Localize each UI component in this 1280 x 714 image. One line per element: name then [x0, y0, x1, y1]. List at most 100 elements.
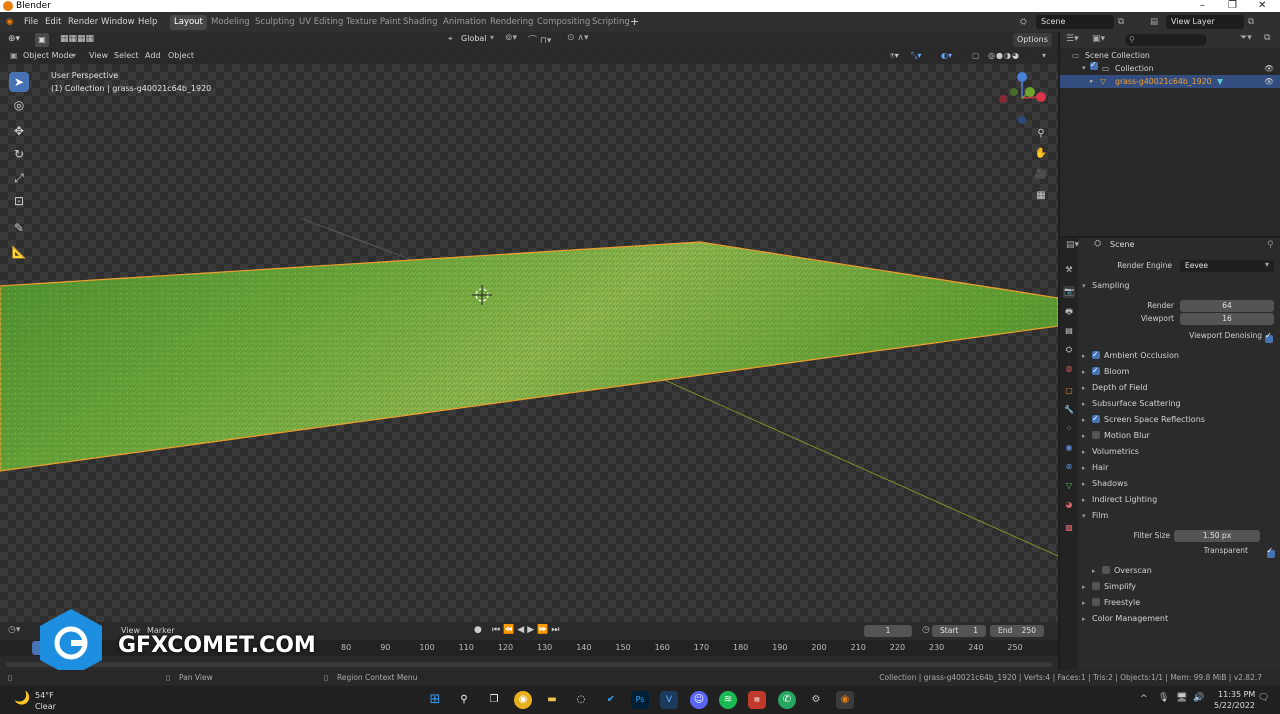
object-tab-icon[interactable]: ▢	[1063, 385, 1075, 397]
search-icon[interactable]: ⚲	[455, 691, 473, 709]
cursor-tool-icon[interactable]: ◎	[9, 95, 29, 115]
tray-chevron-icon[interactable]: ^	[1140, 694, 1148, 704]
section-screen-space-reflections[interactable]: ▸ Screen Space Reflections	[1082, 411, 1205, 427]
vegas-icon[interactable]: V	[660, 691, 678, 709]
section-motion-blur[interactable]: ▸ Motion Blur	[1082, 428, 1150, 443]
pivot-point-icon[interactable]: ⊚▾	[505, 33, 517, 43]
filter-icon[interactable]: ⏷▾	[1240, 33, 1252, 43]
section-color-management[interactable]: ▸ Color Management	[1082, 611, 1168, 626]
perspective-grid-icon[interactable]: ▦	[1033, 188, 1049, 204]
new-scene-icon[interactable]: ⧉	[1118, 15, 1124, 29]
volume-icon[interactable]: 🔊	[1193, 693, 1204, 703]
ambient-occlusion-checkbox[interactable]	[1092, 347, 1100, 362]
menu-file[interactable]: File	[24, 15, 38, 29]
section-simplify[interactable]: ▸ Simplify	[1082, 579, 1136, 594]
editor-type-icon[interactable]: ⊕▾	[8, 34, 20, 44]
section-hair[interactable]: ▸ Hair	[1082, 460, 1108, 475]
section-bloom[interactable]: ▸ Bloom	[1082, 363, 1129, 379]
file-explorer-icon[interactable]: ▬	[543, 691, 561, 709]
annotate-tool-icon[interactable]: ✎	[9, 218, 29, 238]
view-layer-selector[interactable]: View Layer	[1166, 15, 1244, 29]
record-icon[interactable]: ●	[474, 625, 482, 635]
menu-window[interactable]: Window	[101, 15, 135, 29]
clock-date[interactable]: 5/22/2022	[1214, 701, 1255, 710]
tool-tab-icon[interactable]: ⚒	[1063, 264, 1075, 276]
network-icon[interactable]: 🖥	[1176, 693, 1187, 703]
clock-time[interactable]: 11:35 PM	[1218, 690, 1255, 699]
ssr-checkbox[interactable]	[1092, 411, 1100, 426]
todo-icon[interactable]: ✔	[602, 691, 620, 709]
tab-shading[interactable]: Shading	[399, 15, 442, 30]
notification-icon[interactable]: 🗨	[1258, 693, 1269, 703]
display-mode-icon[interactable]: ▣▾	[1092, 34, 1105, 44]
eye-icon[interactable]: 👁	[1264, 75, 1274, 88]
editor-type-icon[interactable]: ☰▾	[1066, 34, 1079, 44]
section-subsurface-scattering[interactable]: ▸ Subsurface Scattering	[1082, 396, 1181, 411]
pan-hand-icon[interactable]: ✋	[1033, 146, 1049, 162]
transparent-checkbox[interactable]	[1266, 546, 1275, 558]
navigation-gizmo[interactable]	[995, 68, 1050, 128]
sampling-render-field[interactable]: 64	[1180, 300, 1274, 312]
motion-blur-checkbox[interactable]	[1092, 431, 1100, 439]
render-tab-icon[interactable]: 📷	[1063, 286, 1075, 298]
section-indirect-lighting[interactable]: ▸ Indirect Lighting	[1082, 492, 1157, 507]
tab-modeling[interactable]: Modeling	[207, 15, 254, 30]
outliner-collection[interactable]: ▾ ▭ Collection 👁	[1060, 58, 1280, 75]
tab-compositing[interactable]: Compositing	[533, 15, 594, 30]
rotate-tool-icon[interactable]: ↻	[9, 144, 29, 164]
windows-start-icon[interactable]: ⊞	[426, 691, 444, 709]
current-frame-field[interactable]: 1	[864, 625, 912, 637]
pin-icon[interactable]: ⚲	[1267, 240, 1274, 250]
task-view-icon[interactable]: ❐	[485, 691, 503, 709]
eye-icon[interactable]: 👁	[1264, 62, 1274, 75]
chevron-right-icon[interactable]: ▸	[1090, 75, 1094, 88]
options-button[interactable]: Options	[1013, 33, 1052, 47]
start-frame-field[interactable]: Start 1	[932, 625, 986, 637]
camera-view-icon[interactable]: 🎥	[1033, 167, 1049, 183]
tab-sculpting[interactable]: Sculpting	[251, 15, 299, 30]
section-overscan[interactable]: ▸ Overscan	[1092, 563, 1152, 578]
weather-moon-icon[interactable]: 🌙	[14, 691, 30, 706]
simplify-checkbox[interactable]	[1092, 582, 1100, 590]
whatsapp-icon[interactable]: ✆	[778, 691, 796, 709]
scale-tool-icon[interactable]: ⤢	[9, 168, 29, 188]
section-depth-of-field[interactable]: ▸ Depth of Field	[1082, 380, 1148, 395]
menu-help[interactable]: Help	[138, 15, 157, 29]
snap-icon[interactable]: ⌒ ⊓▾	[528, 33, 551, 46]
bloom-checkbox[interactable]	[1092, 363, 1100, 378]
scene-selector[interactable]: Scene	[1036, 15, 1114, 29]
particles-tab-icon[interactable]: ⁘	[1063, 423, 1075, 435]
tab-layout[interactable]: Layout	[170, 15, 207, 30]
timeline-scrollbar[interactable]	[6, 662, 1052, 667]
section-shadows[interactable]: ▸ Shadows	[1082, 476, 1128, 491]
outliner-search-input[interactable]: ⚲	[1125, 34, 1207, 46]
blender-taskbar-icon[interactable]: ◉	[836, 691, 854, 709]
editor-type-icon[interactable]: ▤▾	[1066, 240, 1079, 250]
close-icon[interactable]: ✕	[1258, 0, 1266, 12]
microphone-icon[interactable]: 🎙	[1158, 693, 1169, 703]
outliner-object-row[interactable]: ▸ ▽ grass-g40021c64b_1920 ▼ 👁	[1060, 75, 1280, 88]
menu-edit[interactable]: Edit	[45, 15, 61, 29]
new-collection-icon[interactable]: ⧉	[1264, 33, 1270, 43]
settings-gear-icon[interactable]: ⚙	[807, 691, 825, 709]
selection-mode-icons[interactable]: ▦▦▦▦	[60, 34, 94, 44]
menu-render[interactable]: Render	[68, 15, 98, 29]
section-ambient-occlusion[interactable]: ▸ Ambient Occlusion	[1082, 347, 1179, 363]
scene-tab-icon[interactable]: ⛭	[1063, 344, 1075, 356]
playback-controls-icon[interactable]: ⏮⏪◀▶⏩⏭	[492, 625, 562, 635]
photoshop-icon[interactable]: Ps	[631, 691, 649, 709]
app-icon[interactable]: ◌	[572, 691, 590, 709]
viewport-denoising-checkbox[interactable]	[1265, 331, 1273, 343]
proportional-editing-icon[interactable]: ⊙ ∧▾	[567, 33, 589, 43]
world-tab-icon[interactable]: ◍	[1063, 363, 1075, 375]
tab-scripting[interactable]: Scripting	[588, 15, 634, 30]
transform-tool-icon[interactable]: ⊡	[9, 191, 29, 211]
select-box-tool-icon[interactable]: ▣	[35, 33, 49, 47]
voicemeeter-icon[interactable]: ▤	[748, 691, 766, 709]
section-sampling[interactable]: ▾ Sampling	[1082, 278, 1129, 293]
zoom-icon[interactable]: ⚲	[1033, 126, 1049, 142]
new-view-layer-icon[interactable]: ⧉	[1248, 15, 1254, 29]
chrome-icon[interactable]: ◉	[514, 691, 532, 709]
view-layer-tab-icon[interactable]: ▤	[1063, 325, 1075, 337]
tab-uv-editing[interactable]: UV Editing	[295, 15, 347, 30]
